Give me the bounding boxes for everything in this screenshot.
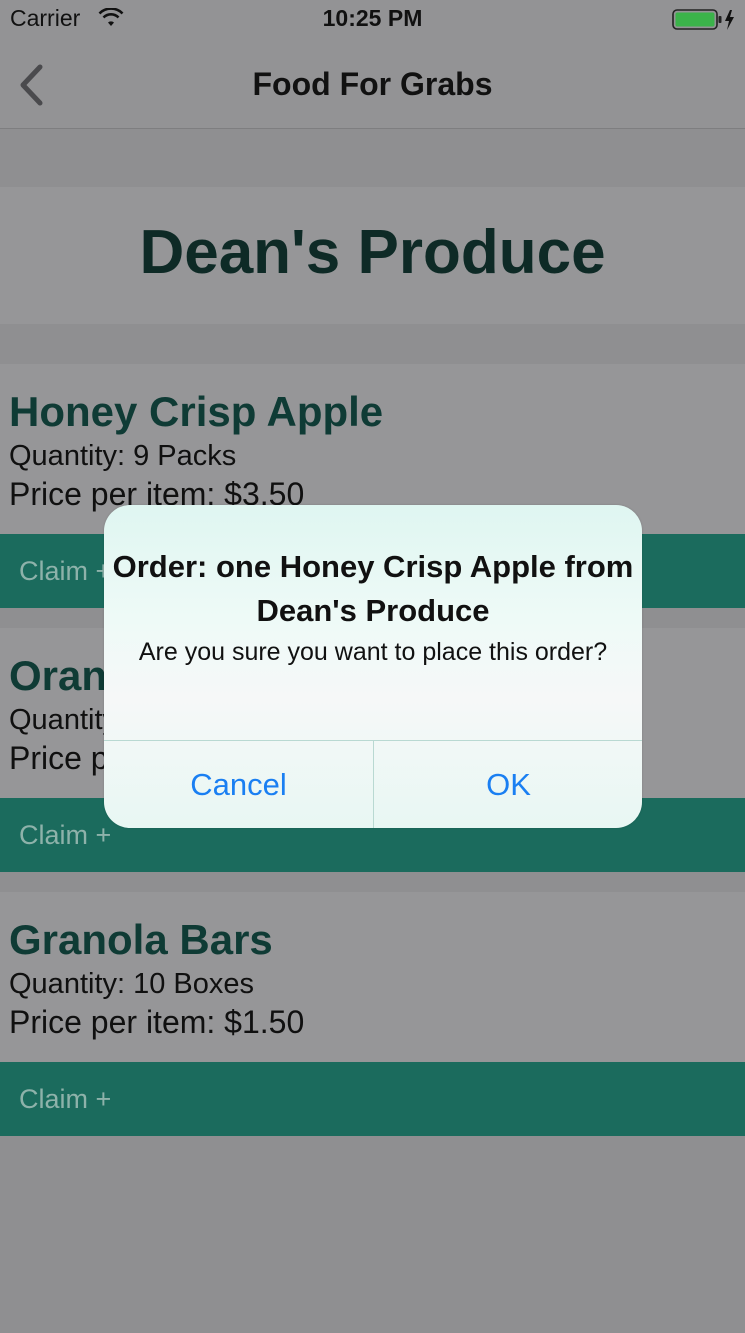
alert-message: Are you sure you want to place this orde… bbox=[138, 638, 608, 666]
ok-button[interactable]: OK bbox=[374, 741, 642, 828]
confirm-order-alert: Order: one Honey Crisp Apple from Dean's… bbox=[104, 505, 642, 828]
cancel-button[interactable]: Cancel bbox=[104, 741, 373, 828]
alert-title: Order: one Honey Crisp Apple from Dean's… bbox=[112, 549, 634, 628]
